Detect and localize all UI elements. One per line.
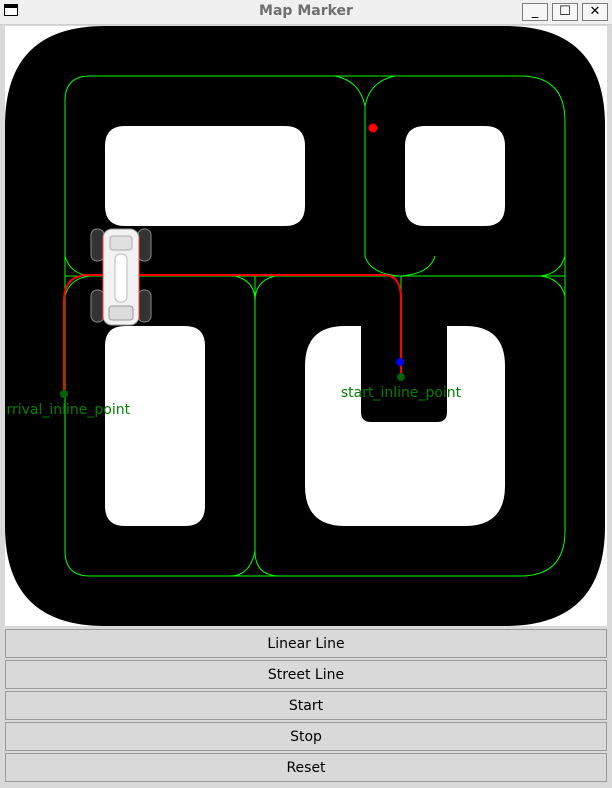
start-inline-point [397,373,405,381]
map-canvas[interactable]: start_inline_point arrival_inline_point [5,26,607,626]
start-point-label: start_inline_point [341,385,462,401]
stop-button[interactable]: Stop [5,722,607,751]
close-button[interactable]: ✕ [582,3,608,21]
track [5,26,605,626]
maximize-button[interactable]: ☐ [552,3,578,21]
title-bar: Map Marker _ ☐ ✕ [0,0,612,25]
current-position-marker [396,358,404,366]
minimize-button[interactable]: _ [522,3,548,21]
arrival-inline-point [60,390,68,398]
start-button[interactable]: Start [5,691,607,720]
street-line-button[interactable]: Street Line [5,660,607,689]
reset-button[interactable]: Reset [5,753,607,782]
waypoint-marker-red [368,123,378,133]
arrival-point-label: arrival_inline_point [5,402,131,418]
window-title: Map Marker [259,3,353,19]
linear-line-button[interactable]: Linear Line [5,629,607,658]
